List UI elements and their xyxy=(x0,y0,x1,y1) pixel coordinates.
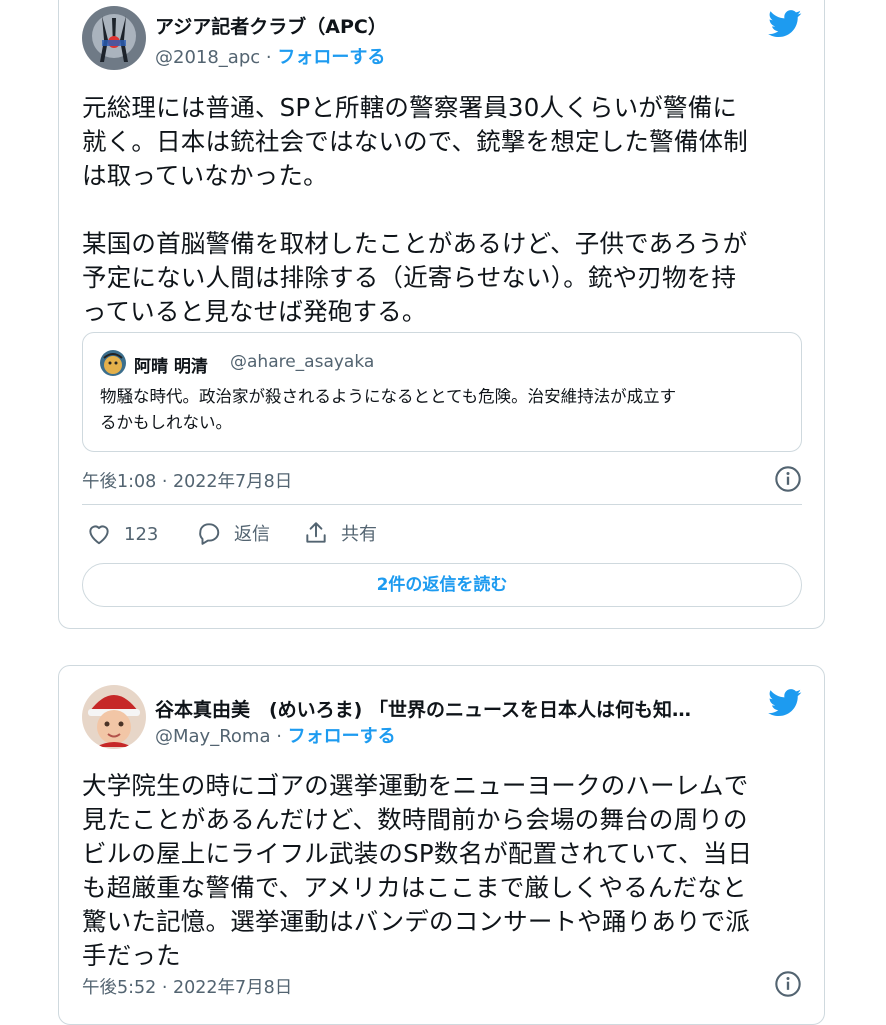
reply-label: 返信 xyxy=(234,524,270,545)
info-icon[interactable] xyxy=(774,970,802,998)
tweet-text-line: 大学院生の時にゴアの選挙運動をニューヨークのハーレムで xyxy=(82,771,749,800)
twitter-bird-icon[interactable] xyxy=(768,689,802,717)
tweet-text-line: 見たことがあるんだけど、数時間前から会場の舞台の周りの xyxy=(82,805,748,834)
tweet-text: 元総理には普通、SPと所轄の警察署員30人くらいが警備に 就く。日本は銃社会では… xyxy=(82,91,807,329)
quoted-avatar xyxy=(100,350,126,376)
avatar[interactable] xyxy=(82,6,146,70)
tweet-text-line: 某国の首脳警備を取材したことがあるけど、子供であろうが xyxy=(82,229,748,258)
quoted-author-label: 阿晴 明清 xyxy=(134,357,208,377)
author-name[interactable]: 谷本真由美 (めいろま) 「世界のニュースを日本人は何も知… xyxy=(155,695,755,722)
quoted-text-line: 物騒な時代。政治家が殺されるようになるととても危険。治安維持法が成立す xyxy=(100,387,677,406)
tweet-text-line: 就く。日本は銃社会ではないので、銃撃を想定した警備体制 xyxy=(82,127,748,156)
quoted-text: 物騒な時代。政治家が殺されるようになるととても危険。治安維持法が成立す るかもし… xyxy=(100,384,790,436)
read-replies-button[interactable]: 2件の返信を読む xyxy=(82,563,802,607)
author-handle[interactable]: @May_Roma xyxy=(155,726,271,747)
info-icon[interactable] xyxy=(774,465,802,493)
tweet-text-line: は取っていなかった。 xyxy=(82,161,328,190)
author-name[interactable]: アジア記者クラブ（APC） xyxy=(155,12,387,39)
tweet-text-line: 驚いた記憶。選挙運動はバンデのコンサートや踊りありで派 xyxy=(82,907,751,936)
timestamp[interactable]: 午後5:52 · 2022年7月8日 xyxy=(82,974,292,999)
tweet-card: 谷本真由美 (めいろま) 「世界のニュースを日本人は何も知… @May_Roma… xyxy=(58,665,825,1025)
share-button[interactable]: 共有 xyxy=(303,520,377,546)
follow-button[interactable]: フォローする xyxy=(277,47,385,68)
quoted-text-line: るかもしれない。 xyxy=(100,413,232,432)
tweet-text-line: ビルの屋上にライフル武装のSP数名が配置されていて、当日 xyxy=(82,839,753,868)
heart-icon xyxy=(89,525,109,545)
twitter-bird-icon[interactable] xyxy=(768,10,802,38)
tweet-text-line: 元総理には普通、SPと所轄の警察署員30人くらいが警備に xyxy=(82,93,738,122)
avatar[interactable] xyxy=(82,685,146,749)
handle-row: @2018_apc · フォローする xyxy=(155,43,385,69)
tweet-text-line: っていると見なせば発砲する。 xyxy=(82,297,427,326)
share-icon xyxy=(306,522,326,543)
reply-button[interactable]: 返信 xyxy=(196,520,270,546)
author-handle[interactable]: @2018_apc xyxy=(155,47,260,68)
quoted-author-handle: @ahare_asayaka xyxy=(230,352,375,372)
follow-button[interactable]: フォローする xyxy=(288,726,396,747)
separator: · xyxy=(270,726,288,747)
separator: · xyxy=(260,47,278,68)
divider xyxy=(82,504,802,505)
timestamp[interactable]: 午後1:08 · 2022年7月8日 xyxy=(82,468,292,493)
tweet-text-line: も超厳重な警備で、アメリカはここまで厳しくやるんだなと xyxy=(82,873,747,902)
tweet-text: 大学院生の時にゴアの選挙運動をニューヨークのハーレムで 見たことがあるんだけど、… xyxy=(82,769,807,973)
tweet-text-line: 手だった xyxy=(82,941,181,970)
tweet-card: アジア記者クラブ（APC） @2018_apc · フォローする 元総理には普通… xyxy=(58,0,825,629)
share-label: 共有 xyxy=(341,524,377,545)
tweet-text-line: 予定にない人間は排除する（近寄らせない）。銃や刃物を持 xyxy=(82,263,737,292)
handle-row: @May_Roma · フォローする xyxy=(155,722,396,748)
like-count: 123 xyxy=(124,523,159,545)
like-button[interactable]: 123 xyxy=(86,521,158,547)
speech-bubble-icon xyxy=(199,523,220,545)
quoted-tweet[interactable]: 阿晴 明清 @ahare_asayaka 物騒な時代。政治家が殺されるようになる… xyxy=(82,332,802,452)
quoted-author-name: 阿晴 明清 xyxy=(134,352,208,377)
